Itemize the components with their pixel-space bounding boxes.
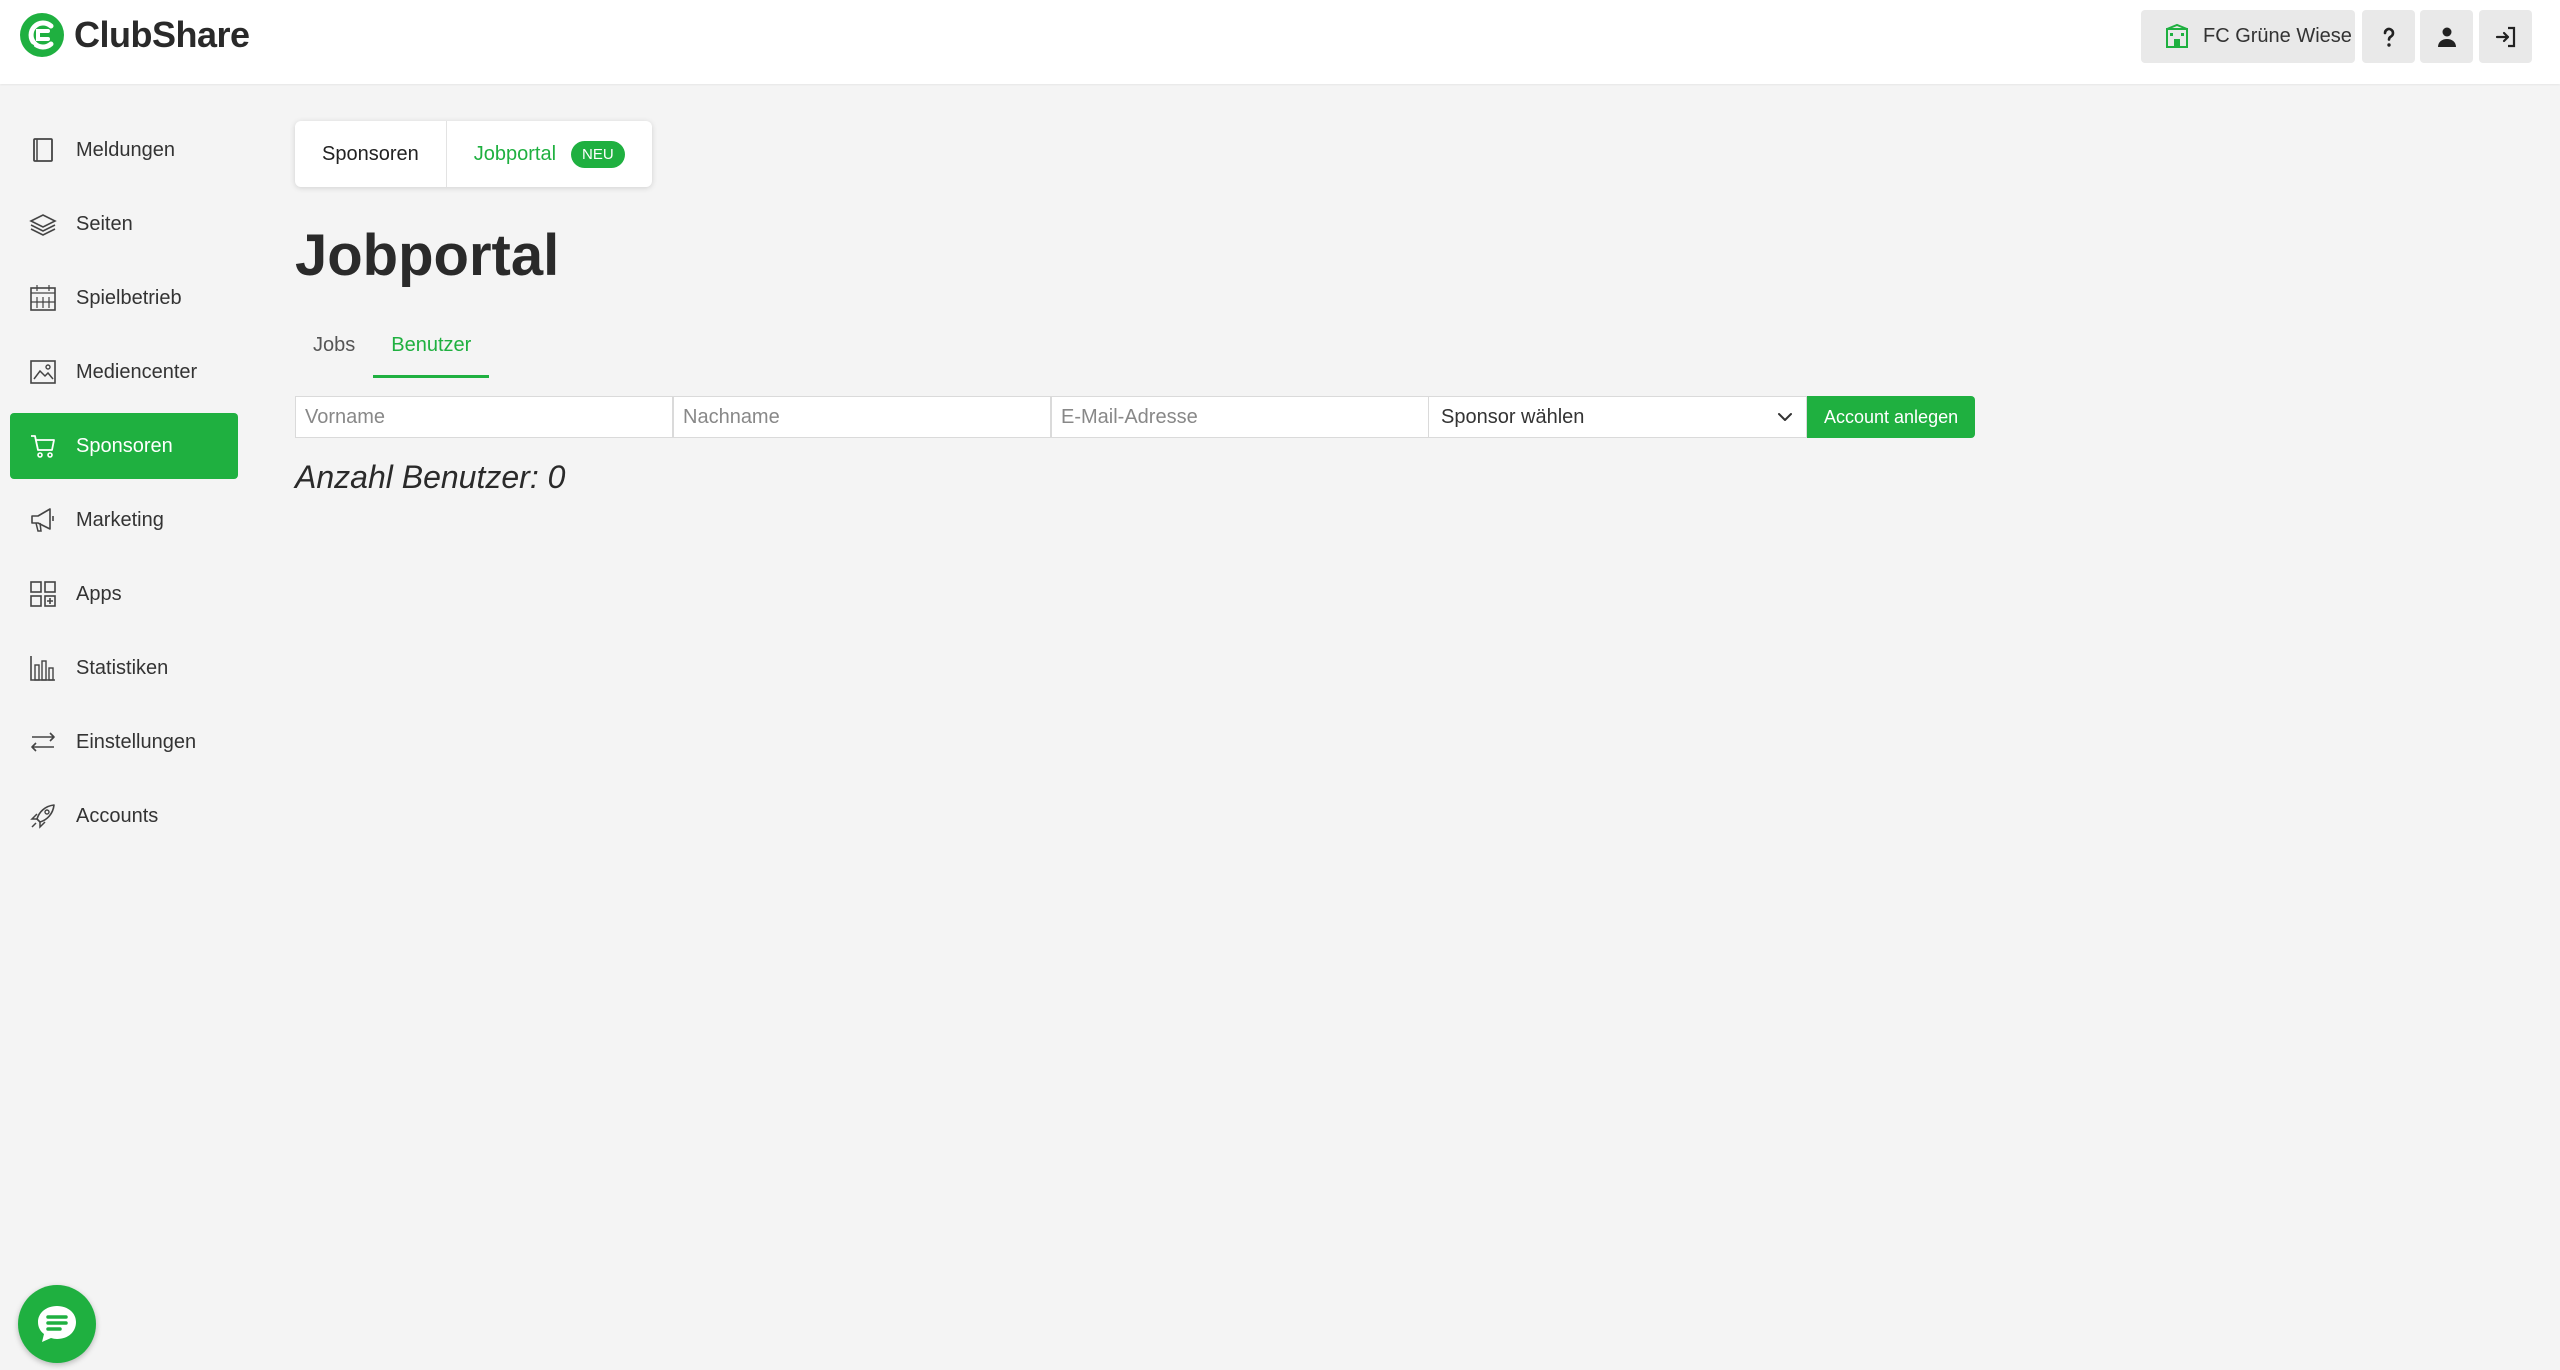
create-account-button[interactable]: Account anlegen (1807, 396, 1976, 438)
sidebar-item-label: Einstellungen (76, 730, 197, 753)
logout-button[interactable] (2479, 10, 2532, 63)
book-icon (33, 138, 53, 162)
app-logo[interactable]: ClubShare (18, 11, 250, 59)
sidebar-item-label: Accounts (76, 804, 159, 827)
email-input[interactable] (1051, 396, 1429, 438)
new-badge: NEU (571, 140, 625, 168)
megaphone-icon (31, 508, 54, 532)
sponsor-select[interactable]: Sponsor wählen (1429, 396, 1807, 438)
stadium-icon (2166, 23, 2188, 48)
chat-icon (38, 1306, 76, 1342)
sidebar-item-meldungen[interactable]: Meldungen (10, 117, 238, 183)
sidebar-item-label: Spielbetrieb (76, 286, 182, 309)
apps-grid-icon (30, 581, 56, 607)
app-name: ClubShare (74, 14, 250, 55)
bar-chart-icon (30, 656, 55, 681)
subnav-jobportal[interactable]: Jobportal NEU (445, 121, 652, 187)
last-name-input[interactable] (673, 396, 1051, 438)
sidebar-item-label: Marketing (76, 508, 164, 531)
sidebar-item-label: Apps (76, 582, 122, 605)
sidebar-item-statistiken[interactable]: Statistiken (10, 635, 238, 701)
user-profile-button[interactable] (2420, 10, 2473, 63)
sidebar-item-spielbetrieb[interactable]: Spielbetrieb (10, 265, 238, 331)
logout-icon (2495, 26, 2515, 47)
image-icon (30, 360, 56, 384)
club-name: FC Grüne Wiese (2203, 25, 2352, 47)
sponsor-subnav: Sponsoren Jobportal NEU (295, 121, 652, 187)
sidebar-item-apps[interactable]: Apps (10, 561, 238, 627)
sliders-icon (31, 732, 55, 752)
subnav-sponsoren[interactable]: Sponsoren (295, 121, 446, 187)
sidebar: Meldungen Seiten Spielbetrieb Mediencent… (10, 117, 238, 857)
layers-icon (29, 214, 57, 236)
rocket-icon (30, 804, 55, 829)
tab-benutzer[interactable]: Benutzer (373, 330, 490, 378)
sidebar-item-mediencenter[interactable]: Mediencenter (10, 339, 238, 405)
sidebar-item-einstellungen[interactable]: Einstellungen (10, 709, 238, 775)
user-count-text: Anzahl Benutzer: 0 (295, 459, 566, 495)
chat-button[interactable] (18, 1285, 96, 1363)
sidebar-item-label: Mediencenter (76, 360, 198, 383)
sidebar-item-sponsoren[interactable]: Sponsoren (10, 413, 238, 479)
help-button[interactable] (2362, 10, 2415, 63)
subnav-label: Sponsoren (322, 142, 419, 165)
user-icon (2437, 27, 2456, 47)
sidebar-item-seiten[interactable]: Seiten (10, 191, 238, 257)
chevron-down-icon (1778, 413, 1792, 421)
sidebar-item-label: Sponsoren (76, 434, 173, 457)
clubshare-logo-icon (20, 13, 64, 57)
sidebar-item-marketing[interactable]: Marketing (10, 487, 238, 553)
sidebar-item-label: Meldungen (76, 138, 175, 161)
question-icon (2383, 27, 2394, 47)
club-selector-button[interactable]: FC Grüne Wiese (2141, 10, 2355, 63)
sidebar-item-label: Seiten (76, 212, 133, 235)
subnav-label: Jobportal (473, 142, 557, 165)
cart-icon (31, 435, 55, 458)
sponsor-select-value: Sponsor wählen (1441, 405, 1585, 428)
sidebar-item-label: Statistiken (76, 656, 169, 679)
calendar-icon (30, 285, 56, 311)
first-name-input[interactable] (295, 396, 673, 438)
tab-bar: Jobs Benutzer (295, 330, 490, 378)
sidebar-item-accounts[interactable]: Accounts (10, 783, 238, 849)
create-user-form: Sponsor wählen Account anlegen (295, 396, 1976, 438)
tab-jobs[interactable]: Jobs (295, 330, 373, 378)
page-title: Jobportal (295, 223, 560, 288)
top-bar: ClubShare FC Grüne Wiese (0, 0, 2560, 84)
